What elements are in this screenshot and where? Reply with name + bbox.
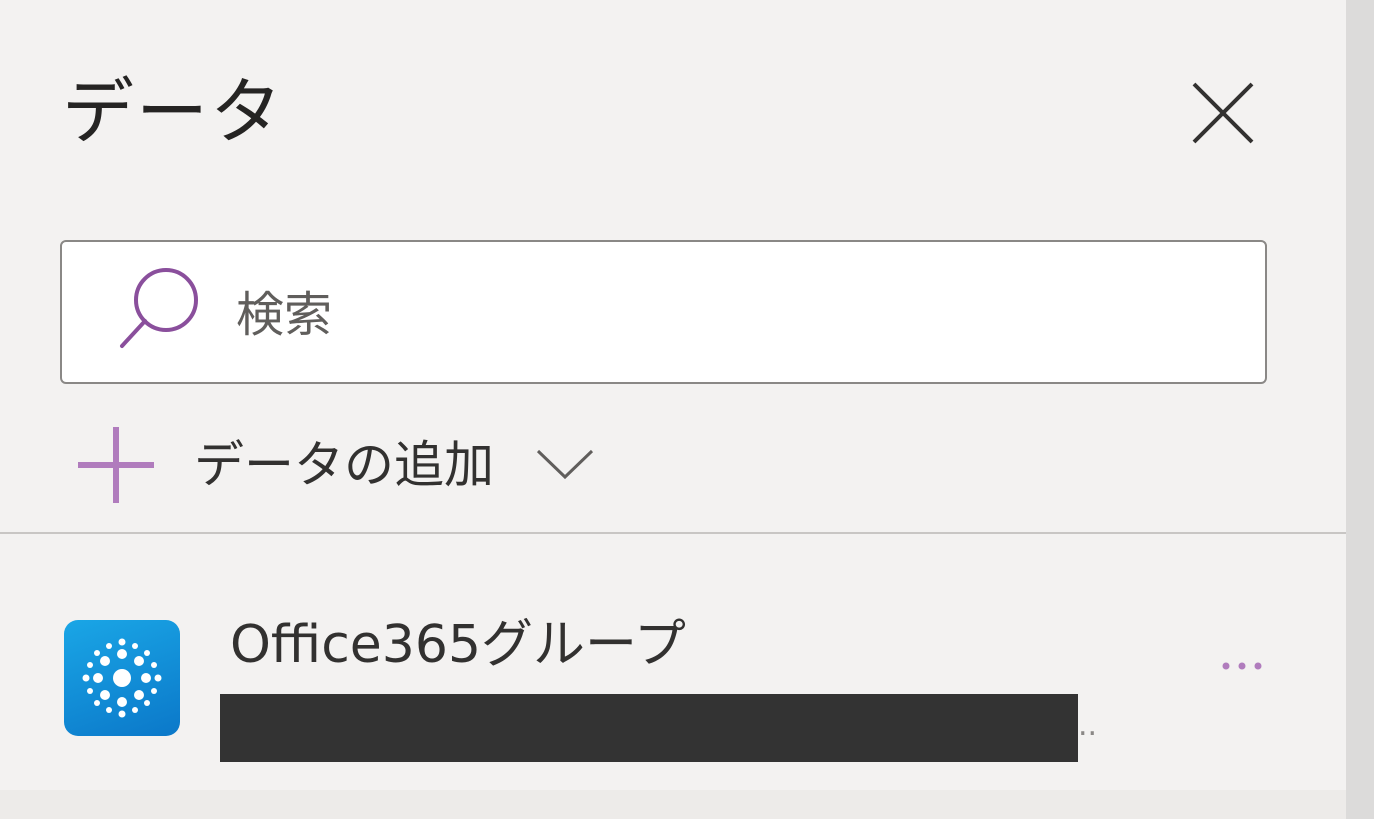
data-panel: データ データの追加 [0,0,1346,790]
add-data-button[interactable]: データの追加 [72,420,596,510]
office365-groups-icon [64,620,180,736]
add-data-label: データの追加 [194,436,494,494]
panel-bottom-strip [0,790,1346,819]
search-icon [120,268,198,348]
data-source-name: Office365グループ [230,615,686,675]
search-input[interactable] [236,270,1216,360]
data-source-item[interactable]: Office365グループ .. [0,600,1346,770]
close-icon [1192,82,1254,144]
scrollbar-track[interactable] [1346,0,1374,819]
more-options-button[interactable] [1212,640,1272,690]
more-icon [1222,662,1262,670]
panel-title: データ [62,70,285,154]
redacted-subtitle [220,694,1078,762]
divider [0,532,1346,534]
plus-icon [78,427,154,503]
chevron-down-icon [536,449,594,480]
close-button[interactable] [1182,72,1264,154]
truncation-marker: .. [1078,708,1098,743]
